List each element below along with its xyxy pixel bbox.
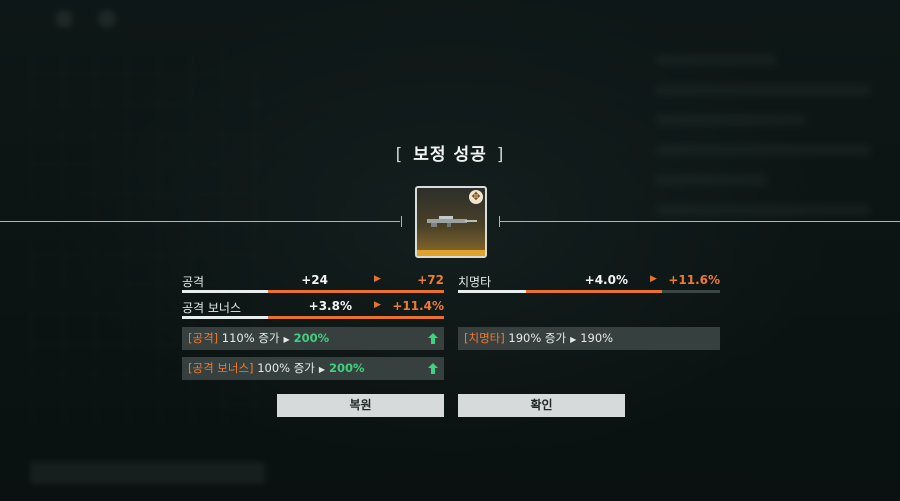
stat-critical-bar	[458, 290, 720, 293]
effect-attack: [공격] 110% 증가 ▶ 200%	[182, 327, 444, 350]
divider-left-tick	[401, 216, 402, 227]
dialog-title-text: 보정 성공	[413, 145, 487, 165]
effect-critical: [치명타] 190% 증가 ▶ 190%	[458, 327, 720, 350]
stat-critical-after: +11.6%	[668, 273, 720, 287]
stat-attack-before: +24	[301, 273, 328, 287]
stat-critical: 치명타 +4.0% ▶ +11.6%	[458, 273, 720, 293]
increase-arrow-icon	[428, 333, 438, 344]
divider-right-tick	[499, 216, 500, 227]
effect-attack-bonus: [공격 보너스] 100% 증가 ▶ 200%	[182, 357, 444, 380]
crosshair-badge-icon: ✥	[469, 190, 483, 204]
arrow-right-icon: ▶	[283, 335, 290, 344]
restore-button[interactable]: 복원	[277, 394, 444, 417]
arrow-right-icon: ▶	[570, 335, 577, 344]
stat-attack-bonus-bar	[182, 316, 444, 319]
divider-right	[500, 221, 900, 222]
item-card[interactable]: ✥	[415, 186, 487, 258]
arrow-right-icon: ▶	[318, 365, 326, 374]
dialog-title: [보정 성공]	[395, 145, 505, 165]
stat-attack-bonus: 공격 보너스 +3.8% ▶ +11.4%	[182, 299, 444, 319]
stat-critical-before: +4.0%	[584, 273, 628, 287]
stat-attack-bonus-after: +11.4%	[392, 299, 444, 313]
stat-attack-after: +72	[417, 273, 444, 287]
rarity-bar	[417, 250, 485, 256]
confirm-button[interactable]: 확인	[458, 394, 625, 417]
stat-attack: 공격 +24 ▶ +72	[182, 273, 444, 293]
stat-attack-bar	[182, 290, 444, 293]
stat-attack-bonus-before: +3.8%	[308, 299, 352, 313]
increase-arrow-icon	[428, 363, 438, 374]
rifle-icon	[427, 216, 477, 227]
divider-left	[0, 221, 400, 222]
